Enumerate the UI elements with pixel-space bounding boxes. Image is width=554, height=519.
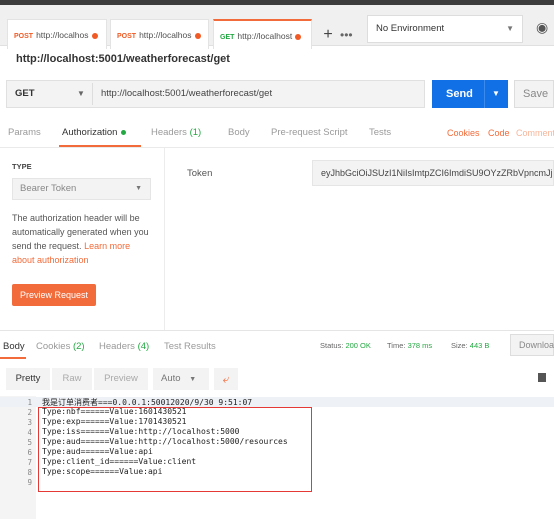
response-tab-cookies[interactable]: Cookies (2) (36, 341, 85, 352)
line-number: 8 (27, 468, 32, 477)
tab-authorization-label: Authorization (62, 127, 118, 138)
send-label: Send (446, 88, 473, 100)
send-separator (484, 80, 485, 108)
eye-icon[interactable]: ◉ (536, 19, 548, 36)
request-tab-3[interactable]: GET http://localhost (213, 19, 312, 49)
auth-panel-divider (164, 148, 165, 330)
view-pretty-button[interactable]: Pretty (6, 368, 50, 390)
save-button[interactable]: Save (514, 80, 554, 108)
auth-description: The authorization header will be automat… (12, 211, 152, 267)
response-tab-test-results[interactable]: Test Results (164, 341, 216, 352)
unsaved-dot-icon (91, 32, 98, 39)
comments-link[interactable]: Comments (516, 128, 554, 138)
tab-label: http://localhos (36, 30, 89, 40)
response-divider (0, 330, 554, 331)
request-subtabs: Params Authorization Headers (1) Body Pr… (0, 121, 554, 148)
line-number: 7 (27, 458, 32, 467)
size-readout: Size: 443 B (451, 341, 489, 350)
tab-prerequest-script[interactable]: Pre-request Script (271, 127, 348, 138)
tab-body[interactable]: Body (228, 127, 250, 138)
active-dot-icon (121, 129, 127, 135)
time-label: Time: (387, 341, 406, 350)
cookies-count: (2) (72, 341, 85, 352)
send-button[interactable]: Send ▼ (432, 80, 508, 108)
tab-label: http://localhos (139, 30, 192, 40)
chevron-down-icon: ▼ (135, 185, 142, 192)
status-value: 200 OK (345, 341, 371, 350)
tab-authorization[interactable]: Authorization (62, 127, 127, 138)
tab-method: GET (220, 34, 235, 41)
tab-label: http://localhost (237, 31, 293, 41)
wrap-lines-icon[interactable]: ⤶ (214, 368, 238, 390)
response-tab-underline (0, 357, 26, 359)
format-select[interactable]: Auto ▼ (153, 368, 209, 390)
view-preview-button[interactable]: Preview (94, 368, 148, 390)
url-input[interactable]: http://localhost:5001/weatherforecast/ge… (101, 81, 272, 107)
tab-method: POST (14, 33, 34, 40)
tab-headers[interactable]: Headers (1) (151, 127, 201, 138)
environment-select[interactable]: No Environment ▼ (367, 15, 523, 43)
request-tab-bar: POST http://localhos POST http://localhos … (0, 5, 554, 49)
status-label: Status: (320, 341, 344, 350)
headers-count: (1) (189, 127, 202, 138)
size-value: 443 B (469, 341, 490, 350)
response-tab-headers[interactable]: Headers (4) (99, 341, 149, 352)
response-tab-headers-label: Headers (99, 341, 135, 352)
line-number: 1 (27, 398, 32, 407)
cookies-link[interactable]: Cookies (447, 128, 480, 138)
response-tab-cookies-label: Cookies (36, 341, 71, 352)
request-tab-1[interactable]: POST http://localhos (7, 19, 107, 49)
url-separator (92, 83, 93, 105)
request-name: http://localhost:5001/weatherforecast/ge… (16, 53, 230, 65)
unsaved-dot-icon (295, 33, 302, 40)
highlight-annotation-box (38, 407, 312, 492)
size-label: Size: (451, 341, 468, 350)
line-number: 3 (27, 418, 32, 427)
more-tabs-icon[interactable]: ••• (340, 24, 353, 46)
time-value: 378 ms (407, 341, 433, 350)
line-number: 2 (27, 408, 32, 417)
environment-value: No Environment (376, 23, 445, 34)
chevron-down-icon: ▼ (506, 24, 514, 33)
chevron-down-icon: ▼ (189, 376, 197, 383)
status-readout: Status: 200 OK (320, 341, 371, 350)
auth-type-heading: TYPE (12, 162, 32, 171)
token-input[interactable]: eyJhbGciOiJSUzI1NiIsImtpZCI6ImdiSU9OYzZR… (312, 160, 554, 186)
view-raw-button[interactable]: Raw (52, 368, 92, 390)
line-number: 5 (27, 438, 32, 447)
response-tab-body[interactable]: Body (3, 341, 25, 352)
token-label: Token (187, 168, 213, 179)
line-number: 6 (27, 448, 32, 457)
tab-method: POST (117, 33, 137, 40)
time-readout: Time: 378 ms (387, 341, 432, 350)
chevron-down-icon: ▼ (77, 89, 85, 98)
download-button[interactable]: Download (510, 334, 554, 356)
send-options-chevron-icon[interactable]: ▼ (492, 80, 500, 108)
copy-icon[interactable] (538, 373, 546, 382)
tab-params[interactable]: Params (8, 127, 41, 138)
unsaved-dot-icon (194, 32, 201, 39)
tab-tests[interactable]: Tests (369, 127, 391, 138)
preview-request-button[interactable]: Preview Request (12, 284, 96, 306)
url-bar: GET ▼ http://localhost:5001/weatherforec… (6, 80, 425, 108)
line-number: 4 (27, 428, 32, 437)
line-number: 9 (27, 478, 32, 487)
auth-type-select[interactable]: Bearer Token ▼ (12, 178, 151, 200)
auth-type-value: Bearer Token (20, 183, 77, 194)
request-tab-2[interactable]: POST http://localhos (110, 19, 209, 49)
method-select[interactable]: GET (15, 81, 35, 107)
active-tab-underline (59, 145, 141, 147)
new-tab-plus-icon[interactable]: + (317, 24, 339, 46)
response-headers-count: (4) (137, 341, 150, 352)
tab-headers-label: Headers (151, 127, 187, 138)
format-value: Auto (161, 373, 181, 384)
code-link[interactable]: Code (488, 128, 510, 138)
